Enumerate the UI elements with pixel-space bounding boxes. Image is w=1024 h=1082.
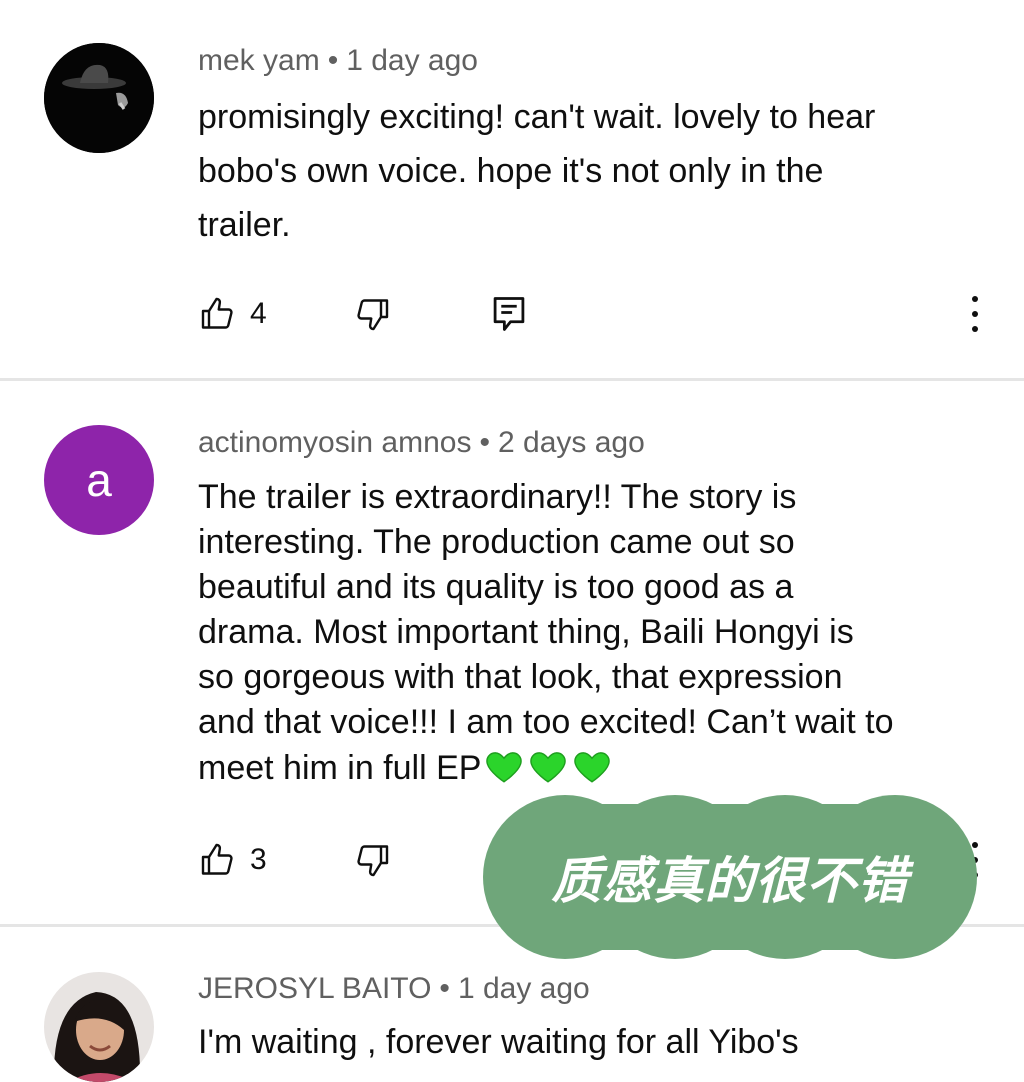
like-count: 4	[250, 297, 267, 330]
author-name[interactable]: mek yam	[198, 44, 320, 77]
like-count: 3	[250, 843, 267, 876]
comment-text: I'm waiting , forever waiting for all Yi…	[198, 1020, 998, 1065]
sticker-text: 质感真的很不错	[551, 852, 909, 910]
like-button[interactable]: 4	[200, 284, 267, 344]
hat-avatar-icon	[44, 43, 154, 153]
comment-line: interesting. The production came out so	[198, 523, 795, 561]
comment-line: beautiful and its quality is too good as…	[198, 568, 794, 606]
green-heart-icon	[574, 752, 611, 783]
profile-photo-icon	[44, 972, 154, 1082]
like-button[interactable]: 3	[200, 830, 267, 890]
avatar[interactable]	[44, 43, 154, 153]
author-name[interactable]: actinomyosin amnos	[198, 426, 471, 459]
comment-actions: 4	[0, 284, 1024, 344]
reply-icon	[493, 297, 525, 331]
meta-separator: •	[439, 972, 450, 1005]
avatar[interactable]	[44, 972, 154, 1082]
comment-text: promisingly exciting! can't wait. lovely…	[198, 90, 998, 252]
comment-line: bobo's own voice. hope it's not only in …	[198, 152, 824, 190]
comment-line: meet him in full EP	[198, 749, 482, 787]
dot	[972, 311, 978, 317]
comment-meta: mek yam • 1 day ago	[198, 44, 478, 78]
comment-text: The trailer is extraordinary!! The story…	[198, 475, 998, 791]
meta-separator: •	[327, 44, 339, 77]
dislike-button[interactable]	[354, 830, 390, 890]
author-name[interactable]: JEROSYL BAITO	[198, 972, 431, 1005]
timestamp[interactable]: 1 day ago	[458, 972, 590, 1005]
thumbs-down-icon	[357, 299, 389, 331]
comment-line: so gorgeous with that look, that express…	[198, 658, 843, 696]
comment-line: promisingly exciting! can't wait. lovely…	[198, 98, 876, 136]
comment-line: drama. Most important thing, Baili Hongy…	[198, 613, 854, 651]
comment-meta: actinomyosin amnos • 2 days ago	[198, 426, 645, 460]
meta-separator: •	[479, 426, 490, 459]
divider	[0, 378, 1024, 381]
green-heart-icon	[486, 752, 523, 783]
dot	[972, 326, 978, 332]
comment-line: and that voice!!! I am too excited! Can’…	[198, 703, 894, 741]
thumbs-up-icon	[201, 297, 233, 329]
avatar[interactable]: a	[44, 425, 154, 535]
dot	[972, 296, 978, 302]
dislike-button[interactable]	[354, 284, 390, 344]
thumbs-down-icon	[357, 845, 389, 877]
timestamp[interactable]: 2 days ago	[498, 426, 645, 459]
more-options-button[interactable]	[960, 284, 990, 344]
timestamp[interactable]: 1 day ago	[346, 44, 478, 77]
comment-line: trailer.	[198, 206, 291, 244]
sticker-overlay: 质感真的很不错	[480, 792, 980, 962]
comment-meta: JEROSYL BAITO • 1 day ago	[198, 972, 590, 1006]
comment-line: The trailer is extraordinary!! The story…	[198, 478, 797, 516]
avatar-letter: a	[86, 454, 112, 506]
green-heart-icon	[530, 752, 567, 783]
thumbs-up-icon	[201, 843, 233, 875]
comment-line: I'm waiting , forever waiting for all Yi…	[198, 1023, 799, 1061]
comment-line-last: meet him in full EP	[198, 745, 998, 791]
reply-button[interactable]	[492, 284, 526, 344]
